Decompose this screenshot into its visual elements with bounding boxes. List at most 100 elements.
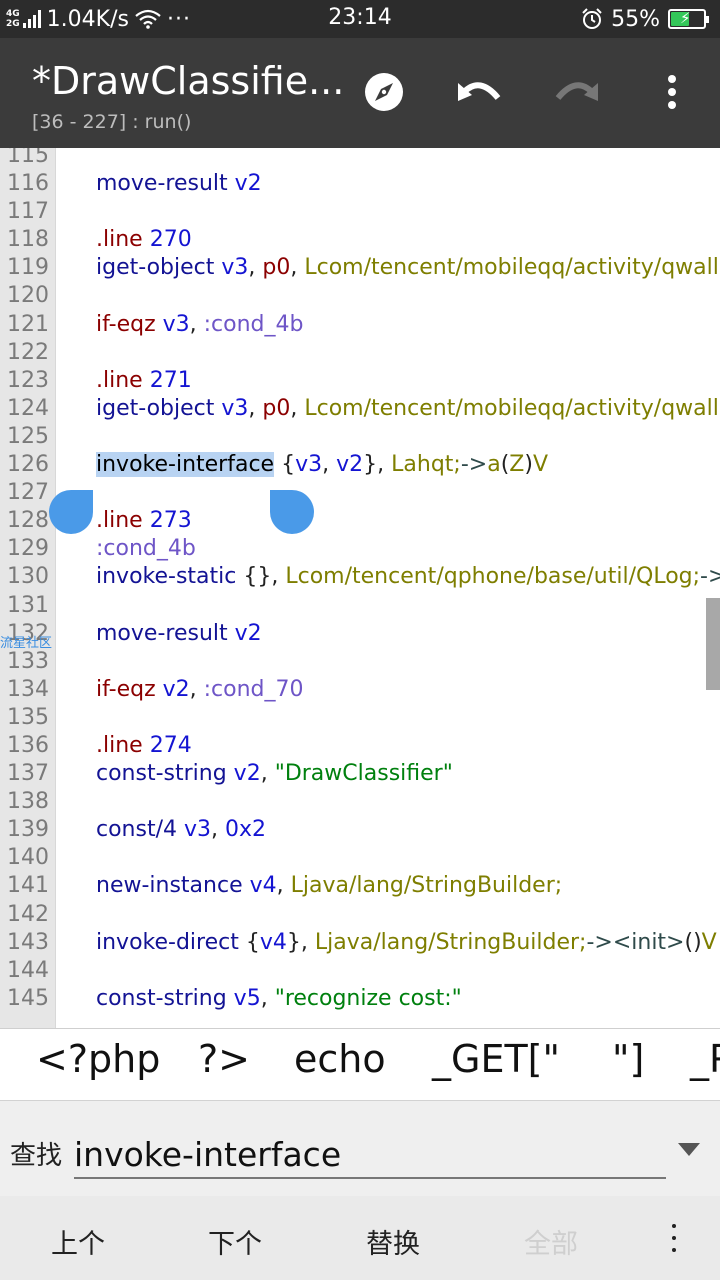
line-number: 141 xyxy=(7,873,49,899)
code-token: v2 xyxy=(227,620,262,646)
code-line[interactable]: 115 xyxy=(0,148,720,170)
find-previous-button[interactable]: 上个 xyxy=(51,1222,105,1261)
code-token: , xyxy=(260,761,268,787)
battery-charging-icon: ⚡ xyxy=(668,9,709,29)
code-token: v5 xyxy=(226,985,261,1011)
compass-icon xyxy=(365,73,403,111)
code-line[interactable]: 130 invoke-static {}, Lcom/tencent/qphone… xyxy=(0,563,720,591)
code-line[interactable]: 119 iget-object v3, p0, Lcom/tencent/mobi… xyxy=(0,254,720,282)
code-token: if-eqz xyxy=(96,676,156,702)
more-vert-icon[interactable] xyxy=(662,1224,686,1252)
replace-all-button[interactable]: 全部 xyxy=(524,1222,578,1261)
line-number: 135 xyxy=(7,704,49,730)
code-token: V xyxy=(532,452,549,478)
line-number: 138 xyxy=(7,789,49,815)
code-token: ->is xyxy=(700,564,720,590)
code-line[interactable]: 139 const/4 v3, 0x2 xyxy=(0,816,720,844)
selection-start-handle[interactable] xyxy=(49,490,93,534)
code-line[interactable]: 128 .line 273 xyxy=(0,507,720,535)
code-text: invoke-direct {v4}, Ljava/lang/StringBui… xyxy=(96,929,717,957)
symbol-get-open[interactable]: _GET[" xyxy=(432,1037,560,1081)
symbol-php-open[interactable]: <?php xyxy=(36,1037,160,1081)
code-line[interactable]: 122 xyxy=(0,339,720,367)
code-text: if-eqz v3, :cond_4b xyxy=(96,311,304,339)
navigate-button[interactable] xyxy=(358,66,410,118)
code-token: Ljava/lang/StringBuilder; xyxy=(307,929,587,955)
code-line[interactable]: 117 xyxy=(0,198,720,226)
code-token: Ljava/lang/StringBuilder; xyxy=(283,873,563,899)
undo-button[interactable] xyxy=(454,66,506,118)
code-token: v4 xyxy=(242,873,277,899)
code-line[interactable]: 124 iget-object v3, p0, Lcom/tencent/mobi… xyxy=(0,395,720,423)
line-number: 126 xyxy=(7,452,49,478)
code-token: .line xyxy=(96,227,143,253)
code-line[interactable]: 132 move-result v2 xyxy=(0,620,720,648)
code-token: 0x2 xyxy=(218,817,267,843)
find-input[interactable] xyxy=(74,1131,666,1179)
code-line[interactable]: 133 xyxy=(0,648,720,676)
line-number: 124 xyxy=(7,395,49,421)
code-token: v2 xyxy=(155,676,190,702)
code-line[interactable]: 141 new-instance v4, Ljava/lang/StringBui… xyxy=(0,872,720,900)
code-line[interactable]: 144 xyxy=(0,957,720,985)
code-line[interactable]: 143 invoke-direct {v4}, Ljava/lang/String… xyxy=(0,929,720,957)
code-text: move-result v2 xyxy=(96,170,262,198)
code-token: new-instance xyxy=(96,873,243,899)
code-token: if-eqz xyxy=(96,311,156,337)
find-label: 查找 xyxy=(10,1141,63,1171)
line-number: 119 xyxy=(7,255,49,281)
line-number: 127 xyxy=(7,480,49,506)
triangle-down-icon[interactable] xyxy=(678,1143,700,1156)
code-line[interactable]: 127 xyxy=(0,479,720,507)
code-token: :cond_70 xyxy=(196,676,304,702)
code-line[interactable]: 140 xyxy=(0,844,720,872)
symbol-get-close[interactable]: "] xyxy=(612,1037,644,1081)
code-token: p0 xyxy=(255,395,291,421)
code-line[interactable]: 120 xyxy=(0,282,720,310)
code-line[interactable]: 126 invoke-interface {v3, v2}, Lahqt;->a(… xyxy=(0,451,720,479)
code-line[interactable]: 116 move-result v2 xyxy=(0,170,720,198)
selection-end-handle[interactable] xyxy=(270,490,314,534)
find-next-button[interactable]: 下个 xyxy=(208,1222,262,1261)
symbol-post[interactable]: _P xyxy=(690,1037,720,1081)
code-line[interactable]: 138 xyxy=(0,788,720,816)
code-token: v2 xyxy=(329,452,364,478)
line-number: 145 xyxy=(7,985,49,1011)
redo-button[interactable] xyxy=(550,66,602,118)
code-token: v4 xyxy=(259,929,287,955)
code-line[interactable]: 121 if-eqz v3, :cond_4b xyxy=(0,311,720,339)
code-line[interactable]: 125 xyxy=(0,423,720,451)
code-text: const-string v2, "DrawClassifier" xyxy=(96,760,453,788)
code-line[interactable]: 145 const-string v5, "recognize cost:" xyxy=(0,985,720,1013)
code-line[interactable]: 118 .line 270 xyxy=(0,226,720,254)
code-token: , xyxy=(189,676,197,702)
replace-button[interactable]: 替换 xyxy=(366,1222,420,1261)
symbol-php-close[interactable]: ?> xyxy=(198,1037,250,1081)
code-token: ( xyxy=(500,452,510,478)
code-line[interactable]: 137 const-string v2, "DrawClassifier" xyxy=(0,760,720,788)
battery-percent: 55% xyxy=(611,6,660,32)
code-line[interactable]: 136 .line 274 xyxy=(0,732,720,760)
line-number: 118 xyxy=(7,227,49,253)
code-token: "DrawClassifier" xyxy=(267,761,453,787)
code-token: Lahqt; xyxy=(384,452,461,478)
code-line[interactable]: 123 .line 271 xyxy=(0,367,720,395)
code-text: new-instance v4, Ljava/lang/StringBuilde… xyxy=(96,872,562,900)
line-number: 134 xyxy=(7,676,49,702)
editor-scrollbar[interactable] xyxy=(706,598,720,690)
overflow-menu-button[interactable] xyxy=(646,66,698,118)
code-line[interactable]: 131 xyxy=(0,592,720,620)
code-text: if-eqz v2, :cond_70 xyxy=(96,676,304,704)
line-number: 137 xyxy=(7,761,49,787)
symbol-echo[interactable]: echo xyxy=(294,1037,386,1081)
code-text: iget-object v3, p0, Lcom/tencent/mobileq… xyxy=(96,395,720,423)
code-line[interactable]: 142 xyxy=(0,901,720,929)
code-editor[interactable]: 115 116 move-result v2 117 118 .line 270 119 ig… xyxy=(0,148,720,1028)
code-line[interactable]: 134 if-eqz v2, :cond_70 xyxy=(0,676,720,704)
code-token: Lcom/tencent/qphone/base/util/QLog; xyxy=(278,564,701,590)
code-line[interactable]: 135 xyxy=(0,704,720,732)
code-line[interactable]: 129:cond_4b xyxy=(0,535,720,563)
code-token: , xyxy=(260,985,268,1011)
code-token: v3 xyxy=(214,255,249,281)
code-token: }, xyxy=(286,929,308,955)
